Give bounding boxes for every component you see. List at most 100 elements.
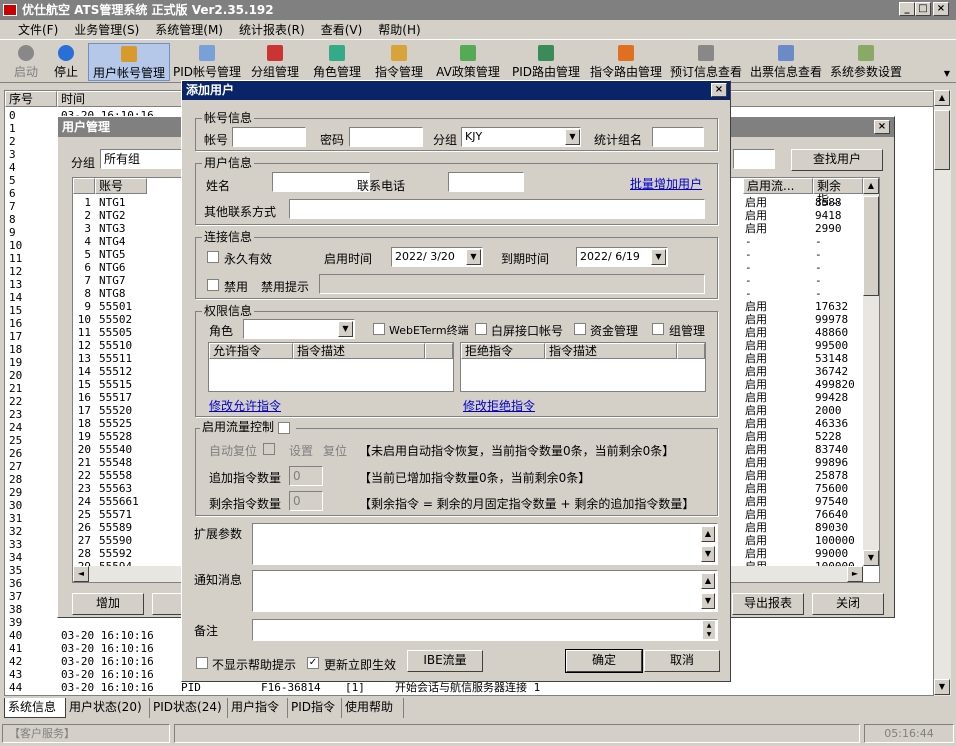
user-col-enable[interactable]: 启用流...: [743, 178, 813, 194]
notify-scroll-up-icon[interactable]: ▲: [701, 573, 715, 589]
allowed-commands-list[interactable]: 允许指令 指令描述: [208, 342, 454, 392]
ext-scroll-up-icon[interactable]: ▲: [701, 526, 715, 542]
role-dropdown-icon[interactable]: ▼: [338, 321, 353, 337]
allowed-desc-col[interactable]: 指令描述: [293, 343, 425, 359]
user-col-account[interactable]: 账号: [95, 178, 147, 194]
group-select[interactable]: KJY: [461, 127, 581, 147]
scroll-down-icon[interactable]: ▼: [934, 679, 950, 695]
toolbar-button[interactable]: 启动: [8, 43, 44, 81]
group-dropdown-icon[interactable]: ▼: [565, 129, 580, 145]
second-action-button[interactable]: [152, 593, 182, 615]
end-date-dropdown-icon[interactable]: ▼: [651, 249, 666, 265]
update-now-checkbox[interactable]: ✓: [307, 657, 319, 669]
find-user-button[interactable]: 查找用户: [791, 149, 883, 171]
menu-item[interactable]: 帮助(H): [370, 20, 428, 40]
toolbar-button[interactable]: 系统参数设置: [828, 43, 904, 81]
toolbar-button[interactable]: 指令管理: [370, 43, 428, 81]
phone-input[interactable]: [448, 172, 524, 192]
password-input[interactable]: [349, 127, 423, 147]
whitescreen-checkbox[interactable]: [475, 323, 487, 335]
menu-item[interactable]: 文件(F): [10, 20, 66, 40]
toolbar-button[interactable]: PID帐号管理: [172, 43, 242, 81]
extension-params-input[interactable]: ▲ ▼: [252, 523, 718, 565]
toolbar-button[interactable]: AV政策管理: [432, 43, 504, 81]
remain-cmd-input[interactable]: 0: [289, 491, 323, 511]
toolbar-button[interactable]: 停止: [48, 43, 84, 81]
other-contact-input[interactable]: [289, 199, 705, 219]
disable-checkbox[interactable]: [207, 279, 219, 291]
toolbar-button[interactable]: 角色管理: [308, 43, 366, 81]
bottom-tab[interactable]: 用户指令: [228, 698, 288, 718]
menu-item[interactable]: 业务管理(S): [66, 20, 147, 40]
allowed-cmd-col[interactable]: 允许指令: [209, 343, 293, 359]
flow-control-checkbox[interactable]: [277, 421, 290, 434]
toolbar-button[interactable]: 分组管理: [246, 43, 304, 81]
modify-allowed-commands-link[interactable]: 修改允许指令: [209, 397, 281, 414]
user-scroll-up-icon[interactable]: ▲: [863, 178, 879, 194]
remark-input[interactable]: ▲ ▼: [252, 619, 718, 641]
bottom-tab[interactable]: 系统信息: [4, 698, 66, 718]
webeterm-checkbox[interactable]: [373, 323, 385, 335]
scroll-thumb[interactable]: [934, 110, 950, 170]
user-scroll-right-icon[interactable]: ►: [847, 566, 863, 582]
cancel-button[interactable]: 取消: [644, 650, 720, 672]
denied-desc-col[interactable]: 指令描述: [545, 343, 677, 359]
close-window-button[interactable]: ×: [933, 2, 949, 16]
log-row[interactable]: 44 03-20 16:10:16 PID F16-36814 [1] 开始会话与航信服务…: [5, 681, 933, 694]
user-col-no[interactable]: [73, 178, 95, 194]
notify-scroll-down-icon[interactable]: ▼: [701, 593, 715, 609]
allowed-extra-col[interactable]: [425, 343, 453, 359]
fund-mgmt-checkbox[interactable]: [574, 323, 586, 335]
bottom-tab[interactable]: 用户状态(20): [66, 698, 150, 718]
find-user-input[interactable]: [733, 149, 775, 169]
stat-group-input[interactable]: [652, 127, 704, 147]
denied-extra-col[interactable]: [677, 343, 705, 359]
start-date-dropdown-icon[interactable]: ▼: [466, 249, 481, 265]
ibe-flow-button[interactable]: IBE流量: [407, 650, 483, 672]
bottom-tab[interactable]: PID状态(24): [150, 698, 228, 718]
close-user-mgmt-button[interactable]: 关闭: [812, 593, 884, 615]
export-report-button[interactable]: 导出报表: [732, 593, 804, 615]
account-input[interactable]: [232, 127, 306, 147]
menu-item[interactable]: 查看(V): [313, 20, 371, 40]
user-col-remaining[interactable]: 剩余指...: [813, 178, 863, 207]
log-header-no[interactable]: 序号: [5, 91, 57, 107]
user-mgmt-close-icon[interactable]: ×: [874, 120, 890, 134]
scroll-up-icon[interactable]: ▲: [934, 90, 950, 106]
add-user-button[interactable]: 增加: [72, 593, 144, 615]
dialog-close-icon[interactable]: ×: [711, 83, 727, 97]
no-help-checkbox[interactable]: [196, 657, 208, 669]
menu-item[interactable]: 统计报表(R): [231, 20, 313, 40]
user-list-vscroll[interactable]: ▲ ▼: [863, 178, 879, 566]
group-mgmt-checkbox[interactable]: [652, 323, 664, 335]
auto-reset-checkbox[interactable]: [263, 443, 275, 455]
group-filter-select[interactable]: 所有组: [100, 149, 190, 169]
toolbar-button[interactable]: PID路由管理: [508, 43, 584, 81]
user-scroll-down-icon[interactable]: ▼: [863, 550, 879, 566]
permanent-checkbox[interactable]: [207, 251, 219, 263]
reset-button[interactable]: 复位: [323, 442, 347, 459]
add-cmd-input[interactable]: 0: [289, 466, 323, 486]
modify-denied-commands-link[interactable]: 修改拒绝指令: [463, 397, 535, 414]
toolbar-button[interactable]: 指令路由管理: [588, 43, 664, 81]
user-scroll-thumb[interactable]: [863, 196, 879, 296]
batch-add-users-link[interactable]: 批量增加用户: [630, 175, 702, 192]
name-input[interactable]: [272, 172, 370, 192]
ok-button[interactable]: 确定: [565, 649, 643, 673]
denied-commands-list[interactable]: 拒绝指令 指令描述: [460, 342, 706, 392]
toolbar-button[interactable]: 出票信息查看: [748, 43, 824, 81]
bottom-tab[interactable]: PID指令: [288, 698, 342, 718]
toolbar-overflow-icon[interactable]: ▼: [940, 44, 954, 80]
toolbar-button[interactable]: 预订信息查看: [668, 43, 744, 81]
menu-item[interactable]: 系统管理(M): [147, 20, 231, 40]
denied-cmd-col[interactable]: 拒绝指令: [461, 343, 545, 359]
log-scrollbar[interactable]: ▲ ▼: [934, 90, 951, 696]
disable-hint-input[interactable]: [319, 274, 705, 294]
minimize-button[interactable]: _: [899, 2, 915, 16]
toolbar-button[interactable]: 用户帐号管理: [88, 43, 170, 81]
setting-button[interactable]: 设置: [289, 442, 313, 459]
bottom-tab[interactable]: 使用帮助: [342, 698, 404, 718]
notify-message-input[interactable]: ▲ ▼: [252, 570, 718, 612]
user-scroll-left-icon[interactable]: ◄: [73, 566, 89, 582]
remark-spin-icon[interactable]: ▲ ▼: [703, 621, 715, 639]
